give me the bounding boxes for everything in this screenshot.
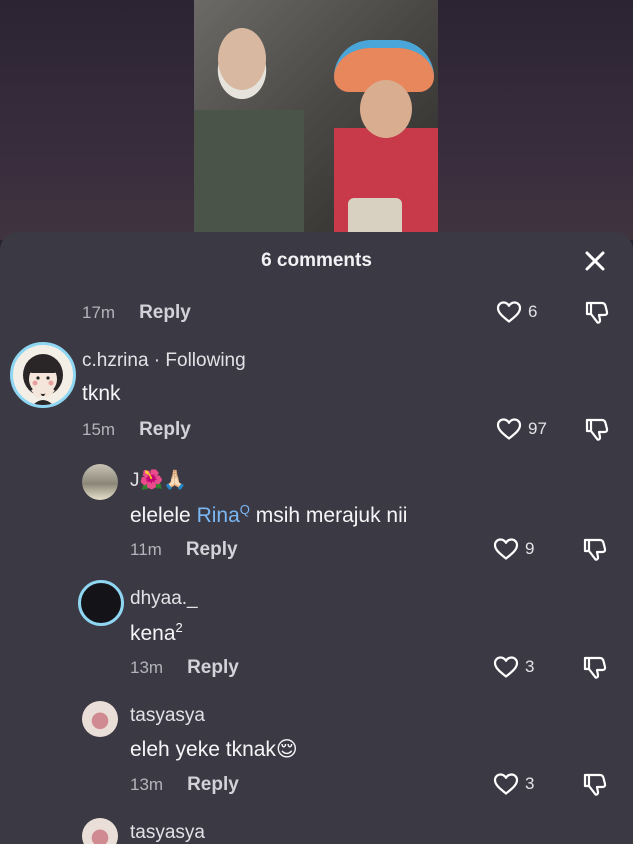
comment-meta: 13m Reply <box>130 774 239 796</box>
comment-meta: 17m Reply <box>82 302 191 324</box>
heart-outline-icon <box>496 418 522 440</box>
thumbs-down-icon[interactable] <box>583 415 611 443</box>
reply-button[interactable]: Reply <box>187 657 239 679</box>
like-button[interactable]: 3 <box>493 772 534 796</box>
comments-header: 6 comments <box>0 232 633 288</box>
reply-button[interactable]: Reply <box>187 774 239 796</box>
comment-text-part: elelele <box>130 504 197 527</box>
like-button[interactable]: 3 <box>493 655 534 679</box>
comment-text: kena2 <box>130 620 183 645</box>
comments-sheet: 6 comments 17m Reply 6 c.hzrina · Follow… <box>0 232 633 844</box>
comment-time: 15m <box>82 420 116 439</box>
reply-button[interactable]: Reply <box>139 419 191 441</box>
video-thumbnail[interactable] <box>194 0 438 232</box>
comment-meta: 15m Reply <box>82 419 191 441</box>
comment-text-part: msih merajuk nii <box>249 504 408 527</box>
heart-outline-icon <box>493 656 519 678</box>
avatar[interactable] <box>82 818 118 844</box>
like-button[interactable]: 9 <box>493 537 534 561</box>
like-button[interactable]: 97 <box>496 417 547 441</box>
comment-time: 13m <box>130 775 164 794</box>
heart-outline-icon <box>493 773 519 795</box>
heart-outline-icon <box>493 538 519 560</box>
thumbs-down-icon[interactable] <box>581 535 609 563</box>
like-count: 6 <box>528 302 538 321</box>
close-icon[interactable] <box>580 246 610 276</box>
like-count: 3 <box>525 657 535 676</box>
comment-meta: 13m Reply <box>130 657 239 679</box>
avatar[interactable] <box>82 464 118 500</box>
comment-text: eleh yeke tknak😌 <box>130 738 298 761</box>
like-count: 97 <box>528 419 547 438</box>
comment-time: 13m <box>130 658 164 677</box>
like-button[interactable]: 6 <box>496 300 537 324</box>
comments-title: 6 comments <box>261 250 372 271</box>
avatar[interactable] <box>10 342 76 408</box>
thumbs-down-icon[interactable] <box>581 770 609 798</box>
heart-outline-icon <box>496 301 522 323</box>
person-left <box>194 0 304 232</box>
reply-button[interactable]: Reply <box>139 302 191 324</box>
like-count: 9 <box>525 539 535 558</box>
cup <box>348 198 402 232</box>
avatar[interactable] <box>78 580 124 626</box>
mention-link[interactable]: RinaQ <box>197 502 250 527</box>
comment-meta: 11m Reply <box>130 539 238 561</box>
thumbs-down-icon[interactable] <box>583 298 611 326</box>
like-count: 3 <box>525 774 535 793</box>
comment-username[interactable]: J🌺🙏🏻 <box>130 468 187 492</box>
reply-button[interactable]: Reply <box>186 539 238 561</box>
comment-text: tknk <box>82 382 121 405</box>
thumbs-down-icon[interactable] <box>581 653 609 681</box>
comment-time: 17m <box>82 303 116 322</box>
comment-username[interactable]: tasyasya <box>130 705 205 727</box>
avatar[interactable] <box>82 701 118 737</box>
comment-username[interactable]: tasyasya <box>130 822 205 844</box>
comment-username[interactable]: c.hzrina · Following <box>82 350 246 372</box>
comment-time: 11m <box>130 540 162 559</box>
comment-text: elelele RinaQ msih merajuk nii <box>130 502 407 528</box>
comment-username[interactable]: dhyaa._ <box>130 588 198 610</box>
